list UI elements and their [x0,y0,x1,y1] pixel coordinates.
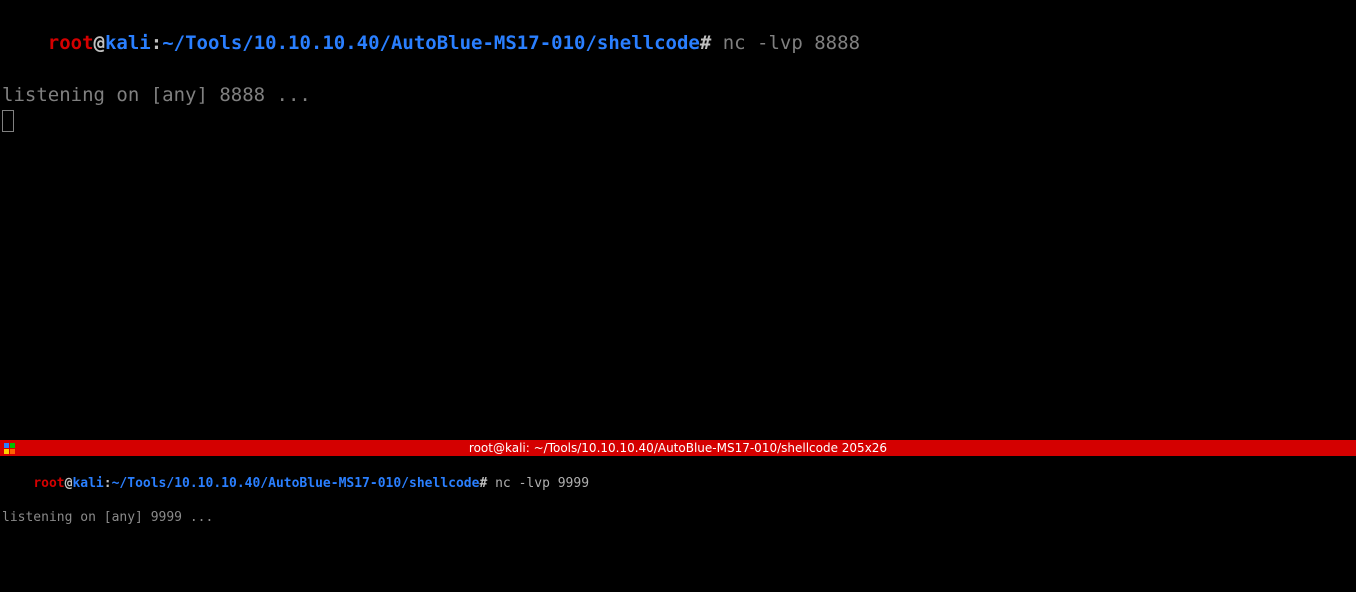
output-line-top: listening on [any] 8888 ... [2,82,1354,108]
prompt-colon: : [104,476,112,491]
output-line-bottom: listening on [any] 9999 ... [2,509,1354,526]
command-text: nc -lvp 8888 [711,32,860,54]
terminator-divider-bar[interactable]: root@kali: ~/Tools/10.10.10.40/AutoBlue-… [0,440,1356,456]
prompt-user: root [48,32,94,54]
terminal-pane-top[interactable]: root@kali:~/Tools/10.10.10.40/AutoBlue-M… [0,0,1356,440]
prompt-hash: # [700,32,711,54]
prompt-path: ~/Tools/10.10.10.40/AutoBlue-MS17-010/sh… [112,476,480,491]
prompt-host: kali [72,476,103,491]
prompt-line-bottom: root@kali:~/Tools/10.10.10.40/AutoBlue-M… [2,458,1354,509]
divider-title: root@kali: ~/Tools/10.10.10.40/AutoBlue-… [469,440,887,456]
prompt-path: ~/Tools/10.10.10.40/AutoBlue-MS17-010/sh… [162,32,700,54]
prompt-host: kali [105,32,151,54]
command-text: nc -lvp 9999 [487,476,589,491]
prompt-at: @ [94,32,105,54]
terminator-logo-icon [4,443,15,454]
cursor [2,108,1354,134]
prompt-line-top: root@kali:~/Tools/10.10.10.40/AutoBlue-M… [2,4,1354,82]
prompt-user: root [33,476,64,491]
prompt-colon: : [151,32,162,54]
terminal-pane-bottom[interactable]: root@kali:~/Tools/10.10.10.40/AutoBlue-M… [0,456,1356,592]
